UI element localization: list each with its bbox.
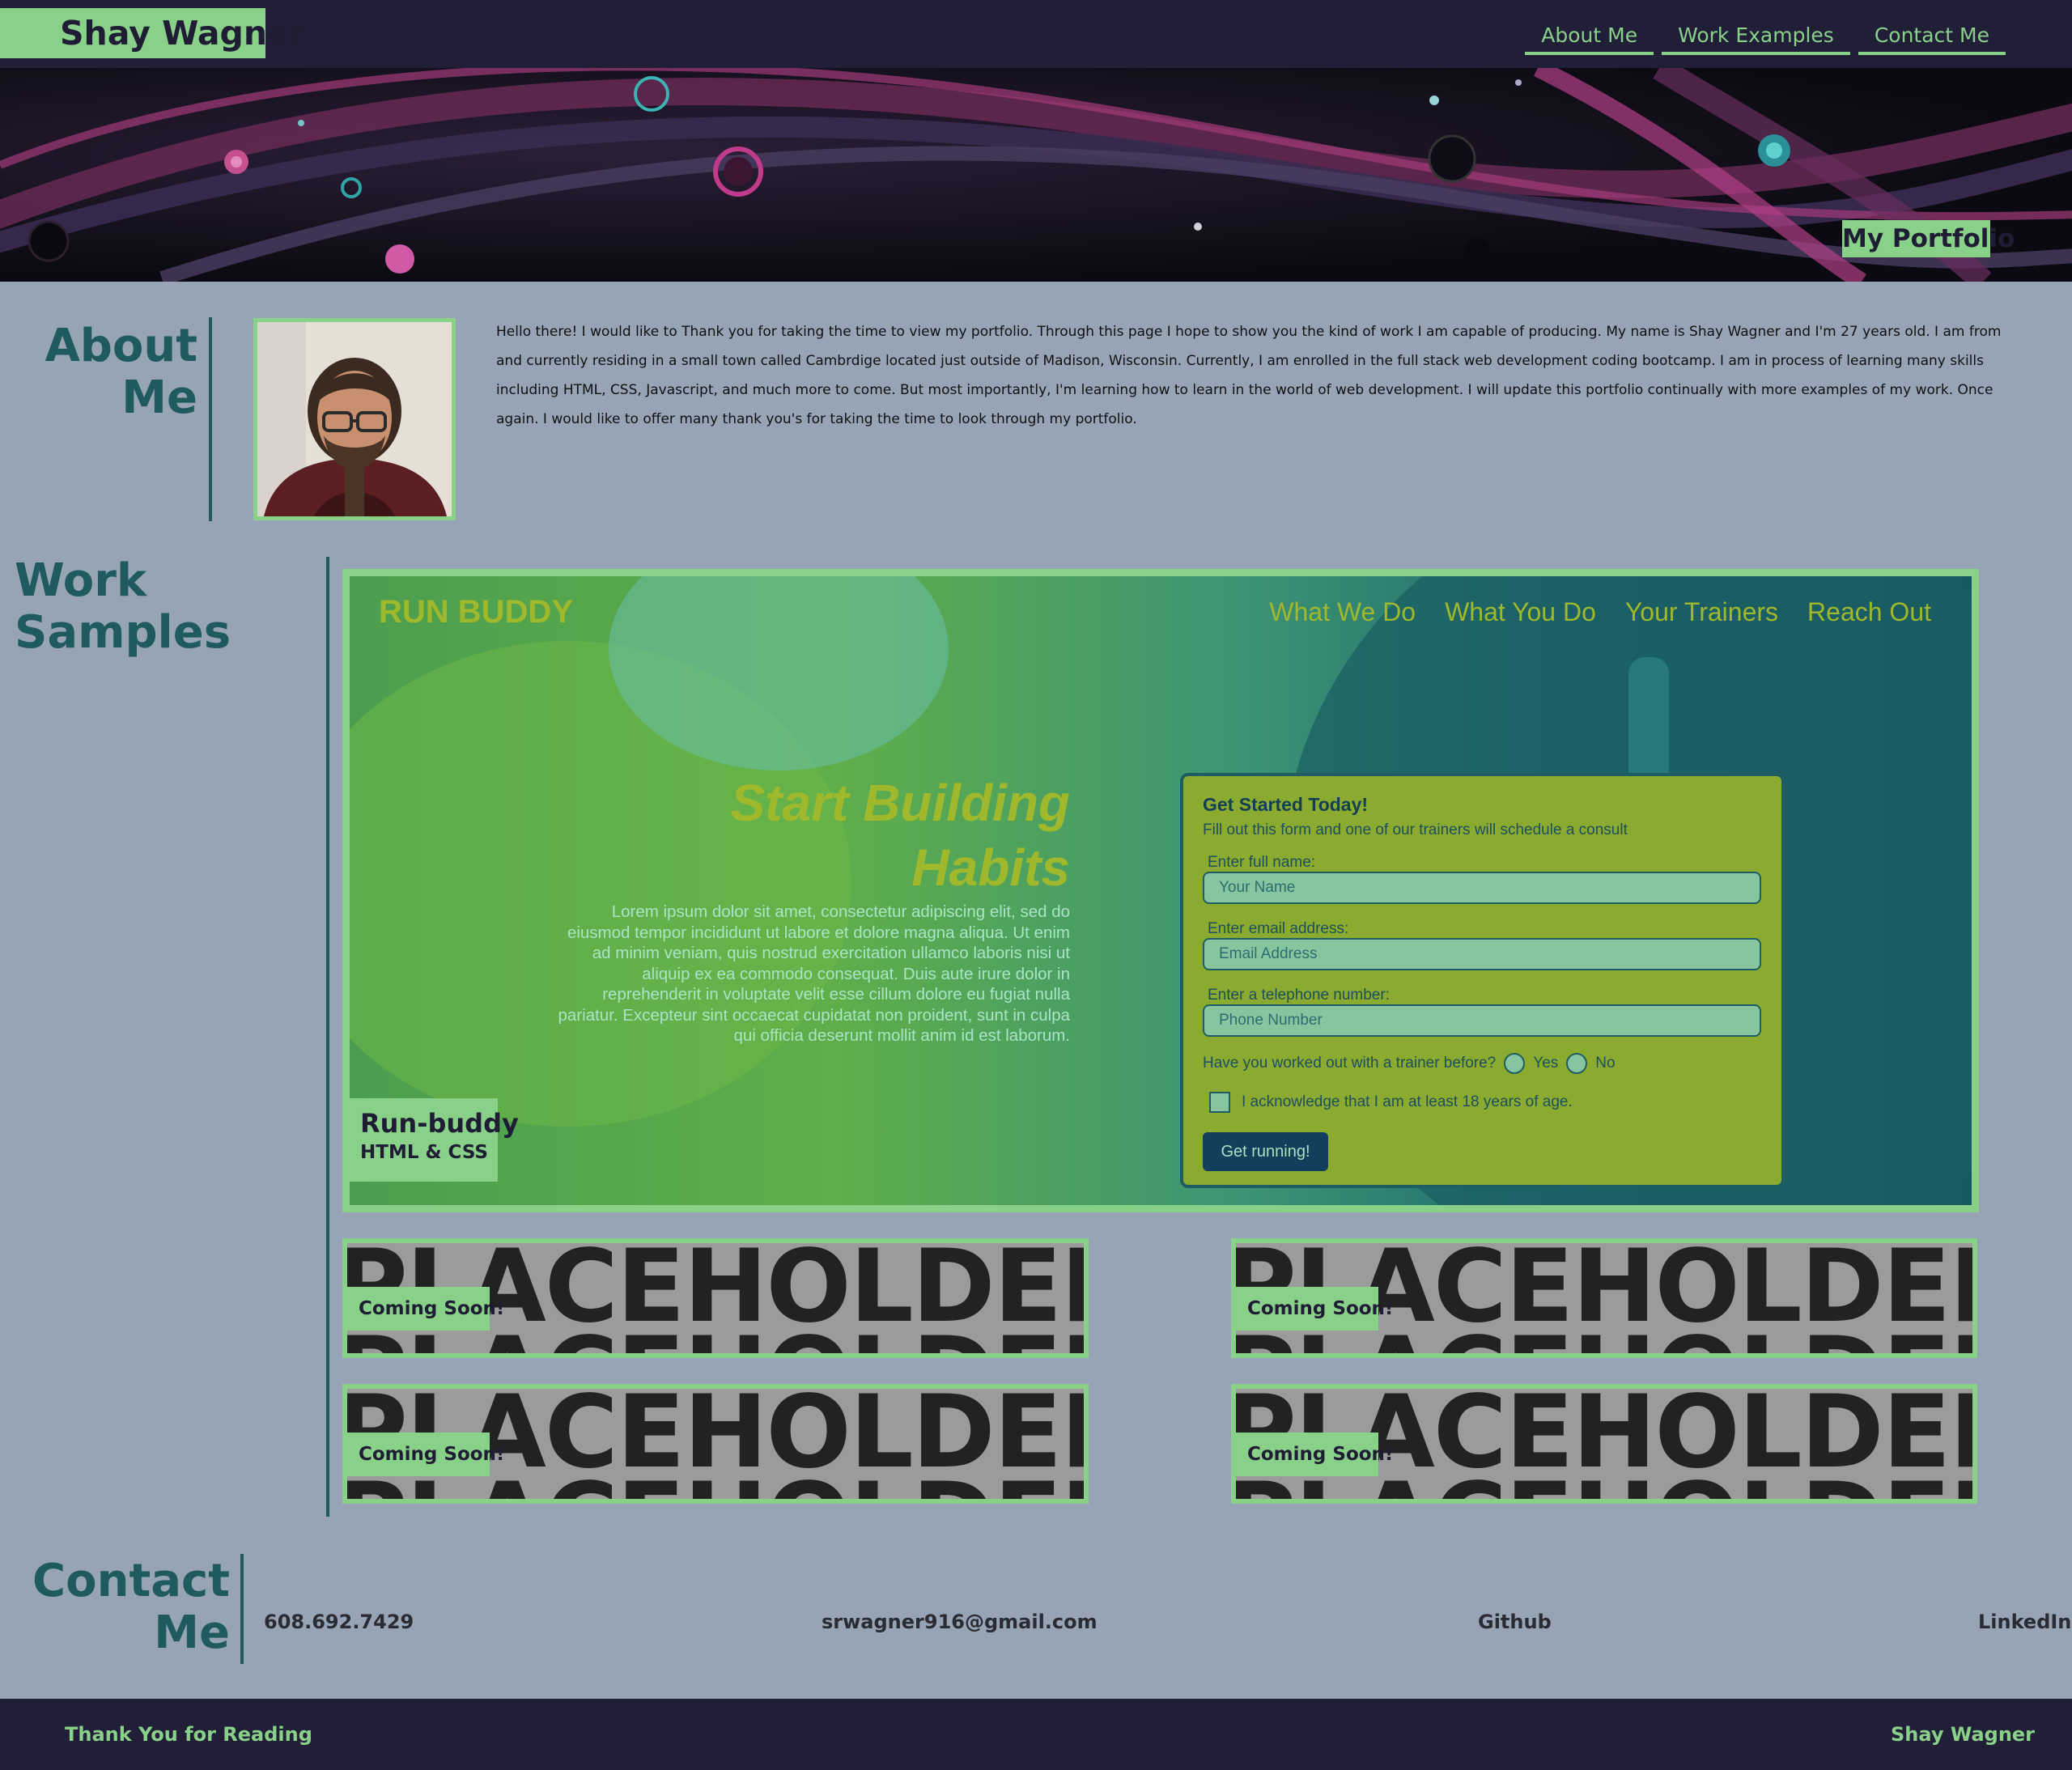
rb-acknowledge-label: I acknowledge that I am at least 18 year…	[1242, 1093, 1573, 1110]
nav-about-link[interactable]: About Me	[1525, 21, 1654, 55]
about-divider	[209, 317, 212, 521]
site-brand[interactable]: Shay Wagner	[0, 8, 306, 58]
footer-thanks: Thank You for Reading	[65, 1723, 312, 1746]
rb-radio-no-label: No	[1595, 1055, 1616, 1072]
rb-nav-item-what-you-do[interactable]: What You Do	[1445, 597, 1596, 627]
rb-name-input[interactable]: Your Name	[1203, 872, 1761, 904]
coming-soon-badge: Coming Soon!	[347, 1287, 504, 1331]
profile-avatar-illustration	[257, 322, 452, 516]
rb-acknowledge-checkbox[interactable]	[1209, 1092, 1230, 1113]
rb-radio-yes-label: Yes	[1533, 1055, 1559, 1072]
coming-soon-badge: Coming Soon!	[1236, 1433, 1393, 1476]
contact-title-line1: Contact	[32, 1555, 230, 1607]
rb-form-title: Get Started Today!	[1203, 794, 1369, 815]
profile-photo	[253, 318, 456, 520]
rb-trainer-question-text: Have you worked out with a trainer befor…	[1203, 1055, 1497, 1072]
rb-nav: What We Do What You Do Your Trainers Rea…	[1269, 597, 1931, 627]
rb-submit-button[interactable]: Get running!	[1203, 1132, 1328, 1171]
work-placeholder-4[interactable]: PLACEHOLDERP PLACEHOLDERP Coming Soon!	[1231, 1384, 1977, 1504]
rb-phone-input[interactable]: Phone Number	[1203, 1004, 1761, 1037]
work-placeholder-1[interactable]: PLACEHOLDERP PLACEHOLDERP Coming Soon!	[342, 1238, 1089, 1358]
work-title: Work Samples	[15, 554, 231, 659]
rb-radio-no[interactable]	[1566, 1053, 1588, 1074]
rb-body-text: Lorem ipsum dolor sit amet, consectetur …	[558, 902, 1070, 1045]
coming-soon-badge: Coming Soon!	[347, 1433, 504, 1476]
work-placeholder-2[interactable]: PLACEHOLDERP PLACEHOLDERP Coming Soon!	[1231, 1238, 1977, 1358]
top-header: Shay Wagner About Me Work Examples Conta…	[0, 0, 2072, 68]
contact-title-line2: Me	[154, 1607, 230, 1659]
rb-phone-label: Enter a telephone number:	[1208, 987, 1390, 1004]
work-placeholder-3[interactable]: PLACEHOLDERP PLACEHOLDERP Coming Soon!	[342, 1384, 1089, 1504]
hero-portfolio-tag: My Portfolio	[1842, 220, 2015, 257]
rb-email-input[interactable]: Email Address	[1203, 938, 1761, 970]
rb-headline: Start Building Habits	[665, 770, 1070, 900]
contact-title: Contact Me	[16, 1556, 230, 1659]
contact-github-link[interactable]: Github	[1478, 1611, 1552, 1633]
about-title: About Me	[32, 320, 197, 424]
rb-nav-item-reach-out[interactable]: Reach Out	[1807, 597, 1931, 627]
rb-email-label: Enter email address:	[1208, 920, 1349, 937]
rb-name-label: Enter full name:	[1208, 854, 1316, 871]
rb-headline-line2: Habits	[911, 838, 1070, 897]
about-title-line2: Me	[121, 371, 197, 424]
nav-contact-link[interactable]: Contact Me	[1858, 21, 2006, 55]
rb-radio-yes[interactable]	[1504, 1053, 1526, 1074]
rb-signup-form: Get Started Today! Fill out this form an…	[1180, 773, 1785, 1188]
about-title-line1: About	[45, 320, 197, 372]
runbuddy-caption-tech: HTML & CSS	[360, 1142, 488, 1163]
rb-logo: RUN BUDDY	[379, 594, 573, 630]
hero-abstract-art	[0, 68, 2072, 282]
contact-linkedin-link[interactable]: LinkedIn	[1978, 1611, 2071, 1633]
hero-banner	[0, 68, 2072, 282]
contact-phone[interactable]: 608.692.7429	[264, 1611, 414, 1633]
contact-email-link[interactable]: srwagner916@gmail.com	[822, 1611, 1098, 1633]
rb-form-subtitle: Fill out this form and one of our traine…	[1203, 821, 1628, 838]
coming-soon-badge: Coming Soon!	[1236, 1287, 1393, 1331]
footer-author: Shay Wagner	[1891, 1723, 2036, 1746]
work-divider	[326, 557, 329, 1517]
work-sample-runbuddy[interactable]: RUN BUDDY What We Do What You Do Your Tr…	[342, 569, 1979, 1212]
about-paragraph: Hello there! I would like to Thank you f…	[496, 324, 2002, 427]
main-nav: About Me Work Examples Contact Me	[1525, 21, 2006, 55]
rb-trainer-question: Have you worked out with a trainer befor…	[1203, 1053, 1616, 1074]
runbuddy-caption[interactable]: Run-buddy HTML & CSS	[350, 1098, 519, 1182]
rb-acknowledge-row: I acknowledge that I am at least 18 year…	[1209, 1092, 1573, 1113]
rb-headline-line1: Start Building	[730, 774, 1070, 832]
nav-work-link[interactable]: Work Examples	[1662, 21, 1850, 55]
rb-nav-item-what-we-do[interactable]: What We Do	[1269, 597, 1416, 627]
rb-nav-item-trainers[interactable]: Your Trainers	[1625, 597, 1778, 627]
runbuddy-caption-title: Run-buddy	[360, 1108, 519, 1139]
site-footer: Thank You for Reading Shay Wagner	[0, 1699, 2072, 1770]
contact-divider	[240, 1554, 244, 1664]
